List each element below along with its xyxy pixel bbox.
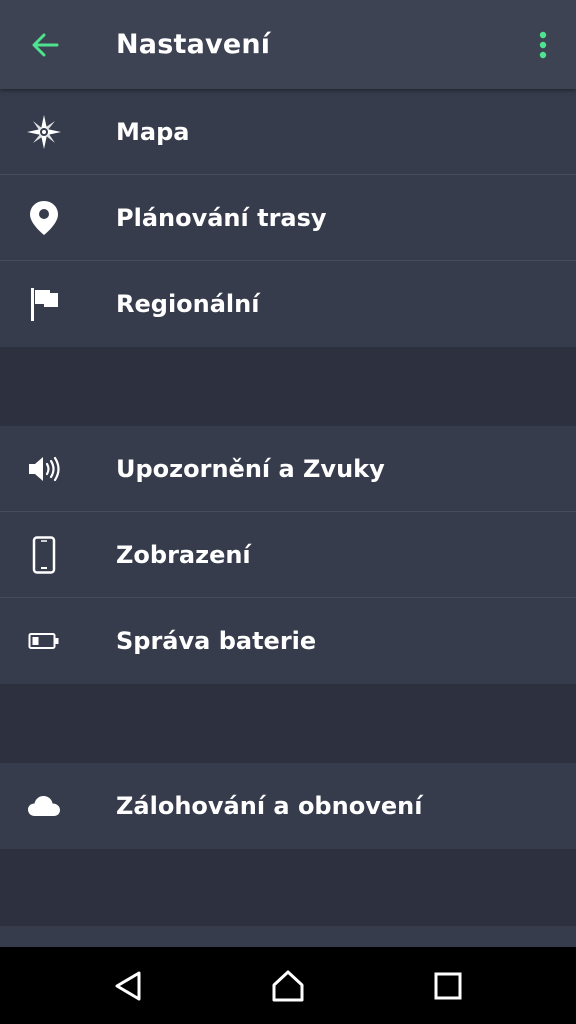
compass-rose-icon [24, 89, 64, 175]
settings-item-label: Regionální [116, 290, 260, 318]
settings-item-label: Upozornění a Zvuky [116, 455, 385, 483]
speaker-icon [24, 426, 64, 512]
settings-group-backup: Zálohování a obnovení [0, 763, 576, 849]
settings-item-label: Mapa [116, 118, 190, 146]
more-options-button[interactable] [528, 26, 558, 64]
system-home-button[interactable] [248, 947, 328, 1024]
app-bar: Nastavení [0, 0, 576, 89]
settings-group-navigation: Mapa Plánování trasy Regionální [0, 89, 576, 347]
back-nav-icon [115, 971, 141, 1000]
system-recents-button[interactable] [408, 947, 488, 1024]
page-title: Nastavení [116, 29, 271, 60]
cloud-icon [24, 763, 64, 849]
settings-item-zalohovani-a-obnoveni[interactable]: Zálohování a obnovení [0, 763, 576, 849]
settings-item-regionalni[interactable]: Regionální [0, 261, 576, 347]
back-button[interactable] [22, 26, 68, 64]
settings-item-label: Správa baterie [116, 627, 317, 655]
battery-icon [24, 598, 64, 684]
home-nav-icon [272, 970, 304, 1001]
more-vertical-icon [539, 31, 547, 59]
arrow-left-icon [32, 33, 59, 57]
settings-item-label: Zálohování a obnovení [116, 792, 423, 820]
system-navigation-bar [0, 947, 576, 1024]
settings-item-planovani-trasy[interactable]: Plánování trasy [0, 175, 576, 261]
settings-screen: Nastavení Mapa Plánování trasy Regionáln… [0, 0, 576, 1024]
recents-nav-icon [434, 972, 462, 999]
settings-item-label: Zobrazení [116, 541, 251, 569]
system-back-button[interactable] [88, 947, 168, 1024]
settings-group-device: Upozornění a Zvuky Zobrazení Správa bate… [0, 426, 576, 684]
flag-icon [24, 261, 64, 347]
settings-group-partial [0, 926, 576, 947]
smartphone-icon [24, 512, 64, 598]
settings-item-label: Plánování trasy [116, 204, 327, 232]
settings-item-mapa[interactable]: Mapa [0, 89, 576, 175]
settings-item-zobrazeni[interactable]: Zobrazení [0, 512, 576, 598]
settings-item-upozorneni-a-zvuky[interactable]: Upozornění a Zvuky [0, 426, 576, 512]
settings-item-sprava-baterie[interactable]: Správa baterie [0, 598, 576, 684]
location-pin-icon [24, 175, 64, 261]
